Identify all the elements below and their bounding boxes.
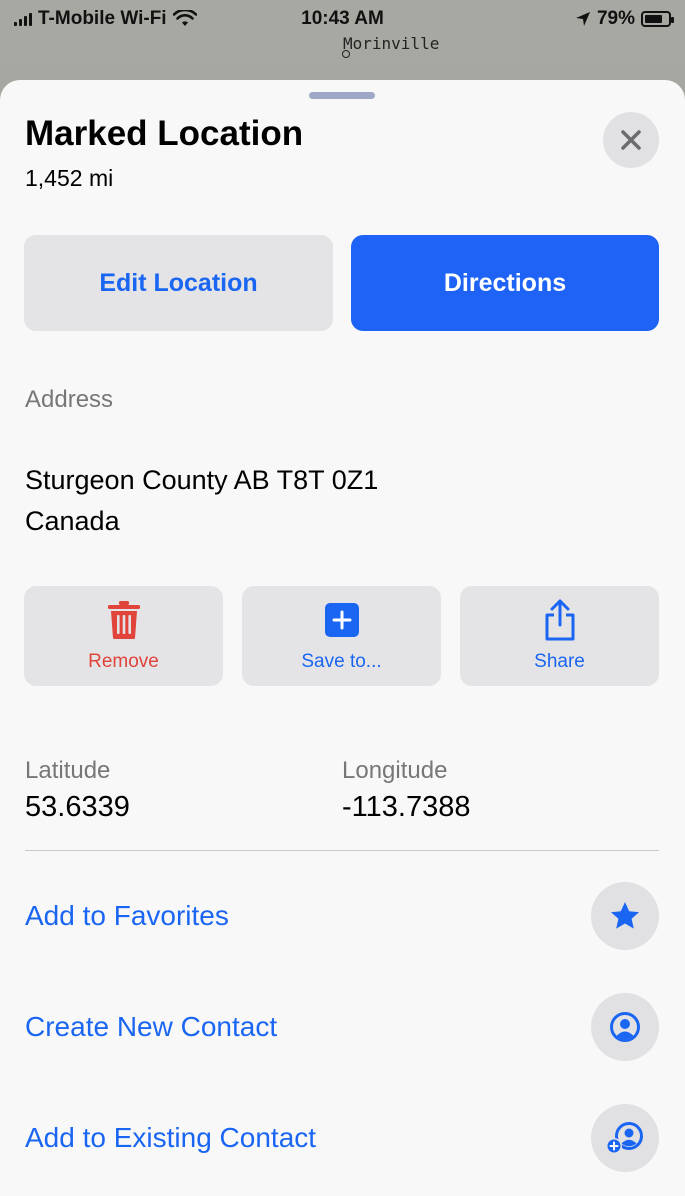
battery-fill [645, 15, 662, 23]
add-to-existing-contact-link[interactable]: Add to Existing Contact [25, 1122, 316, 1154]
location-arrow-icon [575, 12, 590, 26]
create-new-contact-link[interactable]: Create New Contact [25, 1011, 277, 1043]
close-icon [621, 130, 641, 150]
latitude-value: 53.6339 [25, 791, 130, 823]
create-new-contact-button[interactable] [591, 993, 659, 1061]
longitude-label: Longitude [342, 757, 448, 784]
address-line-1: Sturgeon County AB T8T 0Z1 [25, 465, 379, 495]
remove-label: Remove [88, 651, 159, 672]
address-text: Sturgeon County AB T8T 0Z1 Canada [25, 460, 378, 542]
longitude-value: -113.7388 [342, 791, 471, 823]
add-contact-icon [606, 1122, 643, 1154]
add-square-icon [324, 599, 359, 641]
distance-label: 1,452 mi [25, 165, 114, 191]
directions-button[interactable]: Directions [351, 235, 659, 331]
divider [25, 850, 659, 851]
share-button[interactable]: Share [460, 586, 659, 686]
sheet-grabber[interactable] [309, 92, 375, 99]
battery-percent: 79% [596, 8, 635, 29]
share-icon [542, 599, 578, 641]
latitude-label: Latitude [25, 757, 111, 784]
add-to-favorites-link[interactable]: Add to Favorites [25, 900, 229, 932]
add-to-favorites-button[interactable] [591, 882, 659, 950]
save-to-label: Save to... [301, 651, 382, 672]
location-sheet: Marked Location 1,452 mi Edit Location D… [0, 80, 685, 1196]
battery-icon [641, 11, 674, 27]
edit-location-button[interactable]: Edit Location [24, 235, 333, 331]
add-to-existing-contact-button[interactable] [591, 1104, 659, 1172]
star-icon [611, 902, 639, 929]
address-label: Address [25, 386, 114, 413]
status-right: 79% [575, 8, 674, 30]
map-place-label[interactable]: Morinville [343, 34, 439, 53]
remove-button[interactable]: Remove [24, 586, 223, 686]
save-to-button[interactable]: Save to... [242, 586, 441, 686]
close-button[interactable] [603, 112, 659, 168]
share-label: Share [534, 651, 585, 672]
address-line-2: Canada [25, 506, 120, 536]
contact-icon [610, 1012, 640, 1042]
sheet-title: Marked Location [25, 114, 304, 153]
trash-icon [107, 599, 141, 641]
